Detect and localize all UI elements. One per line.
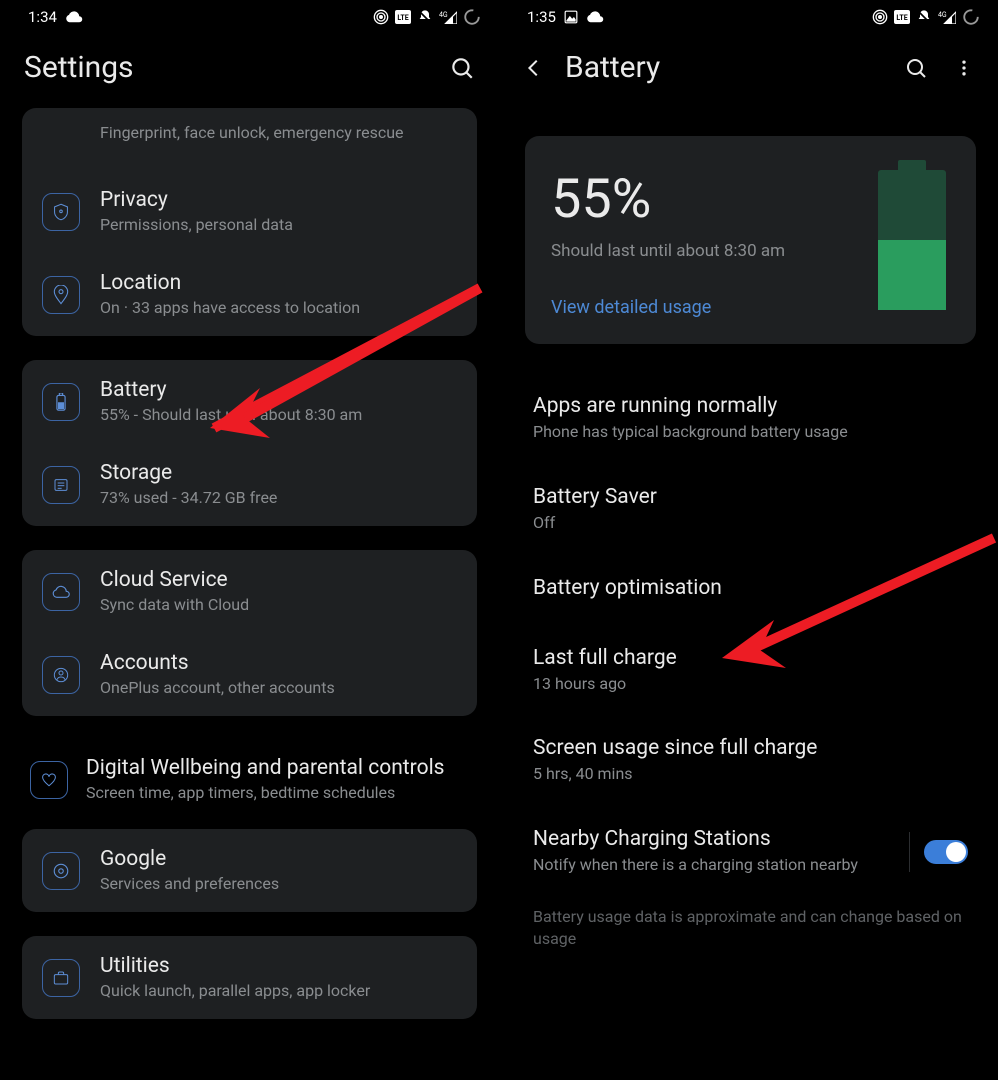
row-title: Location — [100, 271, 457, 295]
settings-row-storage[interactable]: Storage 73% used - 34.72 GB free — [22, 443, 477, 526]
row-title: Google — [100, 847, 457, 871]
settings-list[interactable]: Fingerprint, face unlock, emergency resc… — [0, 120, 499, 1080]
row-title: Digital Wellbeing and parental controls — [86, 756, 469, 780]
row-subtitle: Quick launch, parallel apps, app locker — [100, 981, 457, 1001]
row-subtitle: Fingerprint, face unlock, emergency resc… — [100, 123, 457, 143]
item-subtitle: Off — [533, 513, 968, 534]
row-subtitle: On · 33 apps have access to location — [100, 298, 457, 318]
nearby-charging-toggle[interactable] — [924, 840, 968, 864]
row-title: Storage — [100, 461, 457, 485]
image-icon — [564, 10, 578, 24]
svg-text:4G: 4G — [439, 11, 448, 19]
divider — [909, 832, 910, 872]
row-subtitle: Sync data with Cloud — [100, 595, 457, 615]
row-subtitle: 55% - Should last until about 8:30 am — [100, 405, 457, 425]
storage-icon — [42, 466, 80, 504]
phone-screen-battery: 1:35 LTE 4G Battery 55% Should — [499, 0, 998, 1080]
item-title: Screen usage since full charge — [533, 736, 968, 760]
cloud-icon — [65, 11, 83, 23]
loading-icon — [962, 8, 980, 26]
volte-icon: LTE — [395, 10, 411, 24]
settings-row-privacy[interactable]: Privacy Permissions, personal data — [22, 170, 477, 253]
page-header: Settings — [0, 30, 499, 99]
settings-row-wellbeing[interactable]: Digital Wellbeing and parental controls … — [22, 740, 477, 819]
settings-row-google[interactable]: Google Services and preferences — [22, 829, 477, 912]
battery-hero-card: 55% Should last until about 8:30 am View… — [525, 136, 976, 344]
search-icon[interactable] — [449, 55, 475, 81]
status-bar: 1:35 LTE 4G — [499, 0, 998, 30]
settings-row-accounts[interactable]: Accounts OnePlus account, other accounts — [22, 633, 477, 716]
page-title: Settings — [24, 50, 449, 85]
row-subtitle: Permissions, personal data — [100, 215, 457, 235]
row-title: Battery — [100, 378, 457, 402]
item-title: Battery optimisation — [533, 576, 968, 600]
loading-icon — [463, 8, 481, 26]
settings-row-utilities[interactable]: Utilities Quick launch, parallel apps, a… — [22, 936, 477, 1019]
item-title: Last full charge — [533, 646, 968, 670]
row-subtitle: OnePlus account, other accounts — [100, 678, 457, 698]
heart-icon — [30, 761, 68, 799]
mute-icon — [916, 9, 932, 25]
person-icon — [42, 656, 80, 694]
battery-graphic-icon — [878, 170, 946, 310]
item-last-full-charge: Last full charge 13 hours ago — [525, 632, 976, 709]
item-battery-saver[interactable]: Battery Saver Off — [525, 471, 976, 548]
page-header: Battery — [499, 30, 998, 99]
row-subtitle: Screen time, app timers, bedtime schedul… — [86, 783, 469, 803]
row-title: Cloud Service — [100, 568, 457, 592]
more-icon[interactable] — [954, 56, 974, 80]
footnote-text: Battery usage data is approximate and ca… — [525, 890, 976, 965]
item-subtitle: 5 hrs, 40 mins — [533, 764, 968, 785]
item-title: Nearby Charging Stations — [533, 827, 895, 851]
item-title: Apps are running normally — [533, 394, 968, 418]
signal-icon: 4G — [938, 10, 956, 24]
item-apps-running[interactable]: Apps are running normally Phone has typi… — [525, 380, 976, 457]
item-battery-optimisation[interactable]: Battery optimisation — [525, 562, 976, 618]
row-title: Utilities — [100, 954, 457, 978]
mute-icon — [417, 9, 433, 25]
location-icon — [42, 276, 80, 314]
battery-fill — [878, 240, 946, 310]
clock-text: 1:34 — [28, 8, 57, 26]
settings-row-cloud[interactable]: Cloud Service Sync data with Cloud — [22, 550, 477, 633]
signal-icon: 4G — [439, 10, 457, 24]
settings-row-security[interactable]: Fingerprint, face unlock, emergency resc… — [22, 108, 477, 170]
item-subtitle: Notify when there is a charging station … — [533, 855, 895, 876]
phone-screen-settings: 1:34 LTE 4G Settings Fingerprint, — [0, 0, 499, 1080]
status-bar: 1:34 LTE 4G — [0, 0, 499, 30]
settings-row-battery[interactable]: Battery 55% - Should last until about 8:… — [22, 360, 477, 443]
volte-icon: LTE — [894, 10, 910, 24]
google-icon — [42, 852, 80, 890]
row-title: Accounts — [100, 651, 457, 675]
back-icon[interactable] — [523, 57, 545, 79]
settings-row-location[interactable]: Location On · 33 apps have access to loc… — [22, 253, 477, 336]
row-title: Privacy — [100, 188, 457, 212]
page-title: Battery — [565, 50, 904, 85]
hotspot-icon — [872, 9, 888, 25]
cloud-icon — [586, 11, 604, 23]
item-title: Battery Saver — [533, 485, 968, 509]
row-subtitle: Services and preferences — [100, 874, 457, 894]
briefcase-icon — [42, 959, 80, 997]
item-subtitle: 13 hours ago — [533, 674, 968, 695]
shield-icon — [42, 193, 80, 231]
svg-text:LTE: LTE — [896, 14, 907, 22]
svg-text:4G: 4G — [938, 11, 947, 19]
clock-text: 1:35 — [527, 8, 556, 26]
hotspot-icon — [373, 9, 389, 25]
svg-text:LTE: LTE — [397, 14, 408, 22]
battery-page[interactable]: 55% Should last until about 8:30 am View… — [499, 120, 998, 1080]
item-subtitle: Phone has typical background battery usa… — [533, 422, 968, 443]
search-icon[interactable] — [904, 56, 928, 80]
battery-icon — [42, 383, 80, 421]
item-nearby-charging[interactable]: Nearby Charging Stations Notify when the… — [525, 813, 976, 890]
row-subtitle: 73% used - 34.72 GB free — [100, 488, 457, 508]
item-screen-usage: Screen usage since full charge 5 hrs, 40… — [525, 722, 976, 799]
cloud-icon — [42, 573, 80, 611]
